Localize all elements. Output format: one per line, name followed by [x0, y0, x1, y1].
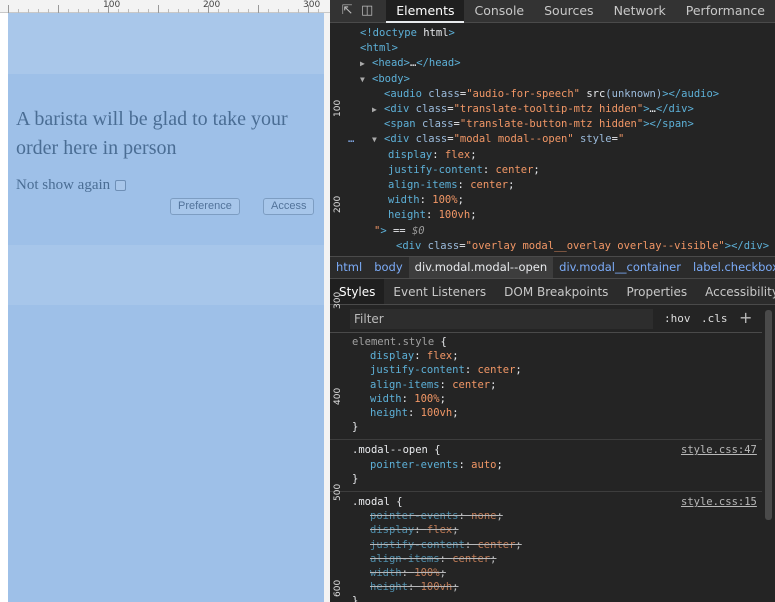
style-declaration[interactable]: display: flex; [370, 349, 459, 363]
ruler-tick [58, 5, 59, 13]
style-declaration[interactable]: width: 100%; [370, 566, 446, 580]
closing-brace: } [352, 421, 359, 434]
ruler-label: 500 [333, 483, 343, 501]
style-selector: .modal { [352, 496, 403, 508]
styles-pane[interactable]: element.style {display: flex; justify-con… [330, 333, 775, 602]
page-viewport: 100 200 300 A barista will be glad to take… [0, 0, 330, 602]
not-show-again-label: Not show again [16, 177, 111, 193]
style-declaration[interactable]: justify-content: center; [370, 363, 522, 377]
device-toolbar-icon[interactable]: ◫ [360, 3, 374, 19]
breadcrumb-html[interactable]: html [330, 257, 368, 278]
subtab-properties[interactable]: Properties [617, 279, 696, 304]
style-declaration[interactable]: justify-content: center; [370, 538, 522, 552]
ruler-label: 200 [333, 195, 343, 213]
access-button[interactable]: Access [263, 198, 315, 215]
style-source-link[interactable]: style.css:47 [681, 443, 757, 457]
ruler-label: 100 [103, 0, 121, 10]
style-rule[interactable]: .modal--open { style.css:47 pointer-events… [330, 443, 762, 492]
styles-filterbar: :hov .cls + [330, 305, 775, 333]
style-rule[interactable]: element.style {display: flex; justify-con… [330, 335, 762, 441]
not-show-again[interactable]: Not show again [16, 177, 127, 194]
style-selector: .modal--open { [352, 444, 441, 457]
tab-performance[interactable]: Performance [676, 0, 775, 23]
breadcrumb-label-checkbox[interactable]: label.checkbox [687, 257, 775, 278]
expand-arrow-icon[interactable]: ▶ [372, 102, 377, 117]
ruler-tick [158, 5, 159, 13]
ruler-tick [8, 5, 9, 13]
devtools-panel: ⇱ ◫ Elements Console Sources Network Per… [330, 0, 775, 602]
style-source-link[interactable]: style.css:15 [681, 495, 757, 509]
tab-elements[interactable]: Elements [386, 0, 465, 23]
subtab-accessibility[interactable]: Accessibility [696, 279, 775, 304]
style-rule[interactable]: .modal { style.css:15 pointer-events: none… [330, 495, 762, 602]
breadcrumb-modal[interactable]: div.modal.modal--open [408, 257, 554, 278]
add-rule-button[interactable]: + [739, 308, 752, 327]
style-declaration[interactable]: width: 100%; [370, 392, 446, 406]
modal-message: A barista will be glad to take your orde… [16, 108, 288, 159]
rendered-page: A barista will be glad to take your orde… [8, 13, 324, 602]
ruler-label: 400 [333, 387, 343, 405]
styles-subtabs: Styles Event Listeners DOM Breakpoints P… [330, 279, 775, 305]
expand-arrow-icon[interactable]: ▼ [360, 72, 365, 87]
style-declaration[interactable]: height: 100vh; [370, 580, 459, 594]
dom-tree[interactable]: <!doctype html> <html> ▶ <head>…</head> ▼ <bo… [330, 24, 775, 256]
style-selector: element.style { [352, 336, 447, 348]
breadcrumb-modal-container[interactable]: div.modal__container [553, 257, 687, 278]
expand-arrow-icon[interactable]: ▶ [360, 56, 365, 71]
tab-console[interactable]: Console [464, 0, 534, 23]
style-declaration[interactable]: display: flex; [370, 523, 459, 537]
style-declaration[interactable]: align-items: center; [370, 552, 496, 566]
closing-brace: } [352, 472, 359, 485]
ruler-label: 200 [203, 0, 221, 10]
breadcrumb-body[interactable]: body [368, 257, 408, 278]
tab-network[interactable]: Network [604, 0, 676, 23]
hover-state-button[interactable]: :hov [664, 312, 691, 325]
style-declaration[interactable]: align-items: center; [370, 378, 496, 392]
class-toggle-button[interactable]: .cls [701, 312, 728, 325]
expand-arrow-icon[interactable]: ▼ [372, 132, 377, 147]
breadcrumb: html body div.modal.modal--open div.moda… [330, 256, 775, 279]
ruler-tick [258, 5, 259, 13]
preference-button[interactable]: Preference [170, 198, 240, 215]
style-declaration[interactable]: height: 100vh; [370, 406, 459, 420]
devtools-tabbar: ⇱ ◫ Elements Console Sources Network Per… [330, 0, 775, 23]
horizontal-ruler: 100 200 300 [0, 0, 330, 13]
subtab-dom-breakpoints[interactable]: DOM Breakpoints [495, 279, 617, 304]
subtab-event-listeners[interactable]: Event Listeners [384, 279, 495, 304]
inspect-cursor-icon[interactable]: ⇱ [340, 3, 354, 19]
filter-input[interactable] [350, 309, 653, 329]
closing-brace: } [352, 595, 359, 602]
ruler-label: 600 [333, 579, 343, 597]
styles-scrollbar-thumb[interactable] [765, 310, 772, 520]
ruler-label: 300 [303, 0, 321, 10]
style-declaration[interactable]: pointer-events: none; [370, 509, 503, 523]
not-show-again-checkbox[interactable] [115, 180, 127, 191]
ruler-label: 100 [333, 99, 343, 117]
style-declaration[interactable]: pointer-events: auto; [370, 458, 503, 472]
ruler-label: 300 [333, 291, 343, 309]
tab-sources[interactable]: Sources [534, 0, 603, 23]
